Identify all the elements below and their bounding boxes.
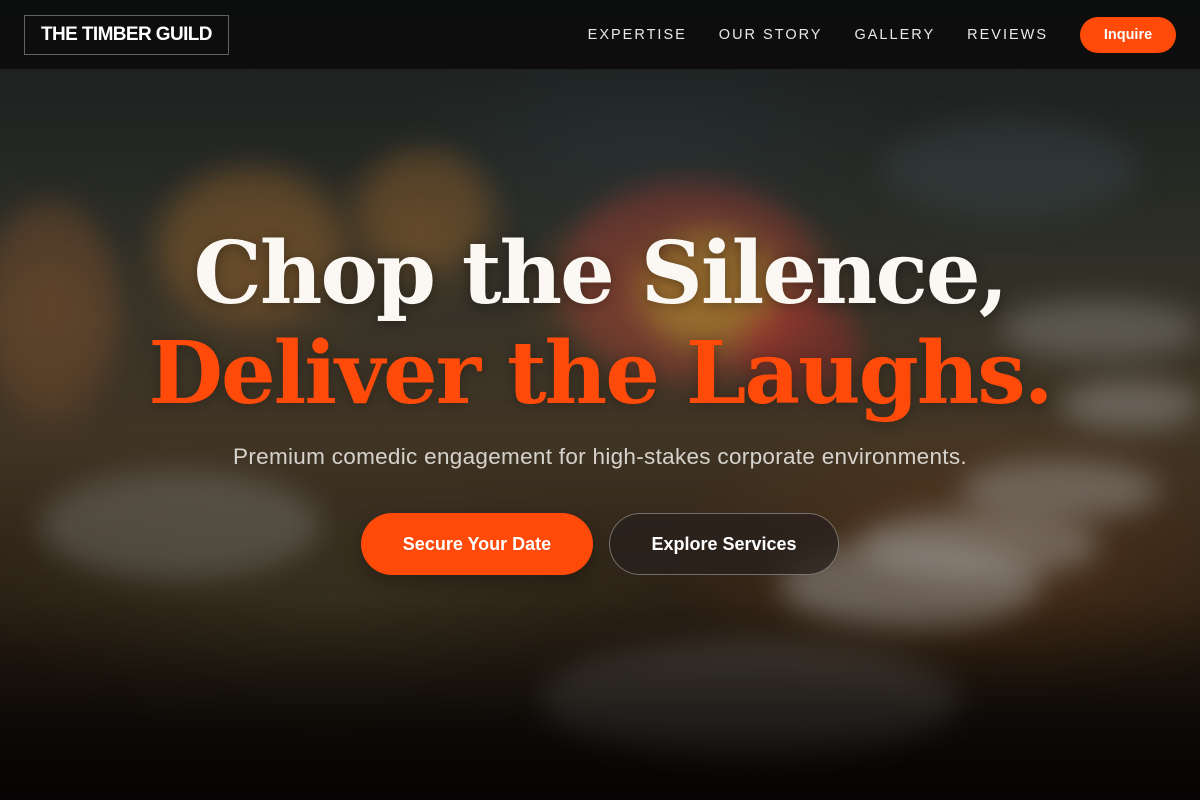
secure-your-date-button[interactable]: Secure Your Date — [361, 513, 593, 575]
nav-link-reviews[interactable]: REVIEWS — [967, 27, 1048, 43]
nav-link-our-story[interactable]: OUR STORY — [719, 27, 823, 43]
brand-logo[interactable]: THE TIMBER GUILD — [24, 14, 229, 55]
explore-services-button[interactable]: Explore Services — [609, 513, 839, 575]
hero-headline-line2: Deliver the Laughs. — [148, 323, 1053, 424]
top-navbar: THE TIMBER GUILD EXPERTISE OUR STORY GAL… — [0, 0, 1200, 70]
nav-link-gallery[interactable]: GALLERY — [854, 27, 935, 43]
hero-subtitle: Premium comedic engagement for high-stak… — [233, 444, 967, 469]
inquire-button[interactable]: Inquire — [1080, 16, 1176, 53]
hero-cta-group: Secure Your Date Explore Services — [0, 513, 1200, 575]
hero-section: Chop the Silence, Deliver the Laughs. Pr… — [0, 70, 1200, 800]
hero-headline-line1: Chop the Silence, — [193, 223, 1008, 324]
nav-menu: EXPERTISE OUR STORY GALLERY REVIEWS Inqu… — [588, 16, 1176, 53]
nav-link-expertise[interactable]: EXPERTISE — [588, 27, 687, 43]
